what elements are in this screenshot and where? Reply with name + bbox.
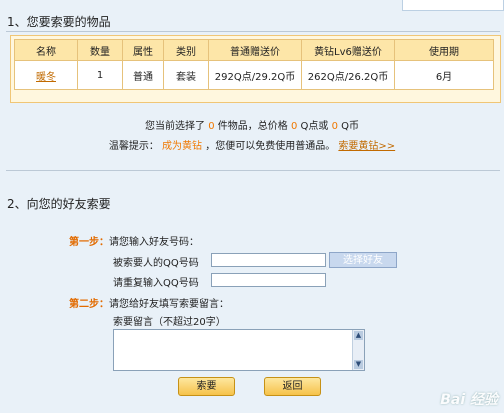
item-attribute: 普通: [122, 60, 164, 90]
top-bar-fragment: [402, 0, 504, 11]
item-normal-price: 292Q点/29.2Q币: [208, 60, 302, 90]
item-duration: 6月: [394, 60, 494, 90]
tip-text: ，您便可以免费使用普通品。: [205, 141, 336, 152]
repeat-qq-input[interactable]: [211, 273, 326, 287]
section-title-friend: 2、向您的好友索要: [7, 197, 111, 211]
pick-friend-button[interactable]: 选择好友: [329, 252, 397, 268]
summary-text: 件物品，总价格: [217, 121, 288, 132]
column-header: 属性: [122, 39, 164, 61]
message-label: 索要留言（不超过20字）: [113, 317, 226, 328]
watermark: Bai 经验: [440, 392, 498, 408]
divider: [6, 170, 500, 171]
step-one-label: 第一步：: [69, 237, 109, 248]
column-header: 黄钻Lv6赠送价: [301, 39, 395, 61]
tip-line: 温馨提示： 成为黄钻 ，您便可以免费使用普通品。 索要黄钻>>: [0, 137, 504, 152]
item-quantity: 1: [77, 60, 123, 90]
table-header-row: 名称 数量 属性 类别 普通赠送价 黄钻Lv6赠送价 使用期: [14, 39, 494, 61]
column-header: 数量: [77, 39, 123, 61]
message-textarea[interactable]: ▲ ▼: [113, 329, 365, 371]
target-qq-label: 被索要人的QQ号码: [113, 258, 199, 269]
become-vip-link[interactable]: 成为黄钻: [162, 141, 202, 152]
column-header: 类别: [163, 39, 209, 61]
step-one: 第一步：请您输入好友号码：: [69, 233, 199, 248]
step-two-label: 第二步：: [69, 299, 109, 310]
target-qq-input[interactable]: [211, 253, 326, 267]
request-button[interactable]: 索要: [178, 377, 235, 396]
request-vip-link[interactable]: 索要黄钻>>: [338, 141, 395, 152]
divider: [6, 31, 500, 32]
summary-text: 您当前选择了: [145, 121, 205, 132]
page: 1、您要索要的物品 名称 数量 属性 类别 普通赠送价 黄钻Lv6赠送价 使用期…: [0, 0, 504, 413]
item-name-link[interactable]: 暖冬: [14, 60, 78, 90]
textarea-scrollbar[interactable]: ▲ ▼: [352, 330, 364, 370]
item-category: 套装: [163, 60, 209, 90]
column-header: 普通赠送价: [208, 39, 302, 61]
total-qcoins: 0: [331, 121, 338, 132]
summary-text: Q点或: [300, 121, 329, 132]
summary-text: Q币: [341, 121, 359, 132]
tip-label: 温馨提示：: [108, 141, 159, 152]
total-qpoints: 0: [290, 121, 298, 132]
selected-count: 0: [208, 121, 215, 132]
back-button[interactable]: 返回: [264, 377, 321, 396]
column-header: 名称: [14, 39, 78, 61]
section-title-items: 1、您要索要的物品: [7, 15, 111, 29]
step-one-text: 请您输入好友号码：: [109, 237, 199, 248]
repeat-qq-label: 请重复输入QQ号码: [113, 278, 199, 289]
scroll-down-icon[interactable]: ▼: [354, 360, 363, 369]
step-two-text: 请您给好友填写索要留言：: [109, 299, 229, 310]
items-table: 名称 数量 属性 类别 普通赠送价 黄钻Lv6赠送价 使用期 暖冬 1 普通 套…: [14, 39, 494, 90]
table-row: 暖冬 1 普通 套装 292Q点/29.2Q币 262Q点/26.2Q币 6月: [14, 60, 494, 90]
step-two: 第二步：请您给好友填写索要留言：: [69, 295, 229, 310]
selection-summary: 您当前选择了 0 件物品，总价格 0 Q点或 0 Q币: [0, 117, 504, 132]
item-vip-price: 262Q点/26.2Q币: [301, 60, 395, 90]
column-header: 使用期: [394, 39, 494, 61]
scroll-up-icon[interactable]: ▲: [354, 331, 363, 340]
